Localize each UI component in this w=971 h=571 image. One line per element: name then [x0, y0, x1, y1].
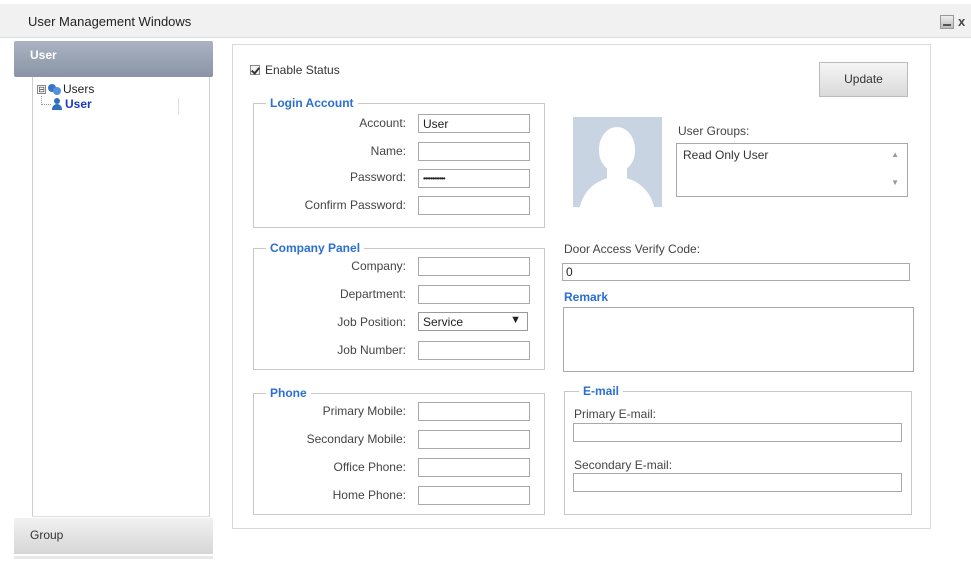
sidebar-header-user[interactable]: User [14, 41, 213, 77]
user-groups-list[interactable]: Read Only User ▲ ▼ [676, 143, 908, 197]
divider [178, 98, 179, 114]
close-icon[interactable]: x [958, 15, 971, 29]
job-number-label: Job Number: [337, 343, 406, 357]
name-input[interactable] [418, 142, 530, 161]
dropdown-arrow-icon: ▼ [510, 314, 521, 326]
account-input[interactable]: User [418, 114, 530, 133]
update-button[interactable]: Update [819, 62, 908, 97]
secondary-email-input[interactable] [573, 473, 902, 492]
window-title: User Management Windows [28, 14, 192, 29]
sidebar-header-group[interactable]: Group [14, 518, 213, 554]
company-input[interactable] [418, 257, 530, 276]
password-input[interactable]: •••••••••••• [418, 169, 530, 188]
office-phone-input[interactable] [418, 458, 530, 477]
confirm-password-input[interactable] [418, 196, 530, 215]
user-avatar[interactable] [573, 117, 662, 207]
avatar-silhouette [579, 177, 655, 207]
job-number-input[interactable] [418, 341, 530, 360]
divider [14, 556, 213, 559]
tree-node-user[interactable]: User [52, 97, 92, 111]
job-position-label: Job Position: [337, 315, 406, 329]
secondary-mobile-input[interactable] [418, 430, 530, 449]
tree-node-users-label: Users [63, 82, 95, 96]
company-panel-legend: Company Panel [266, 241, 365, 255]
home-phone-label: Home Phone: [332, 488, 406, 502]
email-legend: E-mail [579, 384, 624, 398]
company-label: Company: [351, 259, 406, 273]
user-icon [52, 98, 62, 110]
avatar-silhouette [599, 127, 635, 171]
secondary-email-label: Secondary E-mail: [574, 458, 673, 472]
office-phone-label: Office Phone: [333, 460, 407, 474]
tree-connector [41, 104, 51, 105]
department-input[interactable] [418, 285, 530, 304]
primary-mobile-input[interactable] [418, 402, 530, 421]
user-tree: ⊟ Users User [32, 77, 210, 517]
confirm-password-label: Confirm Password: [304, 198, 406, 212]
department-label: Department: [339, 287, 406, 301]
job-position-value: Service [423, 315, 464, 329]
login-account-legend: Login Account [266, 96, 358, 110]
title-bar: User Management Windows x [0, 4, 971, 38]
sidebar: User ⊟ Users User Group [14, 41, 213, 561]
door-access-label: Door Access Verify Code: [564, 242, 701, 256]
primary-email-label: Primary E-mail: [574, 407, 657, 421]
scroll-down-icon[interactable]: ▼ [891, 178, 899, 187]
account-label: Account: [359, 116, 406, 130]
home-phone-input[interactable] [418, 486, 530, 505]
collapse-icon[interactable]: ⊟ [37, 84, 46, 94]
enable-status-row[interactable]: Enable Status [250, 63, 340, 77]
primary-mobile-label: Primary Mobile: [322, 404, 406, 418]
secondary-mobile-label: Secondary Mobile: [306, 432, 406, 446]
list-item[interactable]: Read Only User [683, 148, 768, 162]
tree-node-user-label: User [65, 97, 92, 111]
user-groups-label: User Groups: [678, 124, 750, 138]
minimize-icon[interactable] [940, 15, 954, 29]
users-group-icon [48, 83, 62, 95]
enable-status-checkbox[interactable] [250, 65, 260, 75]
scroll-up-icon[interactable]: ▲ [891, 150, 899, 159]
password-label: Password: [349, 170, 406, 184]
enable-status-label: Enable Status [265, 63, 340, 77]
remark-textarea[interactable] [563, 307, 914, 372]
job-position-select[interactable]: Service ▼ [418, 312, 528, 331]
phone-legend: Phone [266, 386, 311, 400]
tree-node-users[interactable]: ⊟ Users [37, 82, 94, 96]
name-label: Name: [370, 144, 406, 158]
door-access-input[interactable]: 0 [562, 263, 910, 281]
primary-email-input[interactable] [573, 423, 902, 442]
remark-label: Remark [564, 290, 609, 304]
